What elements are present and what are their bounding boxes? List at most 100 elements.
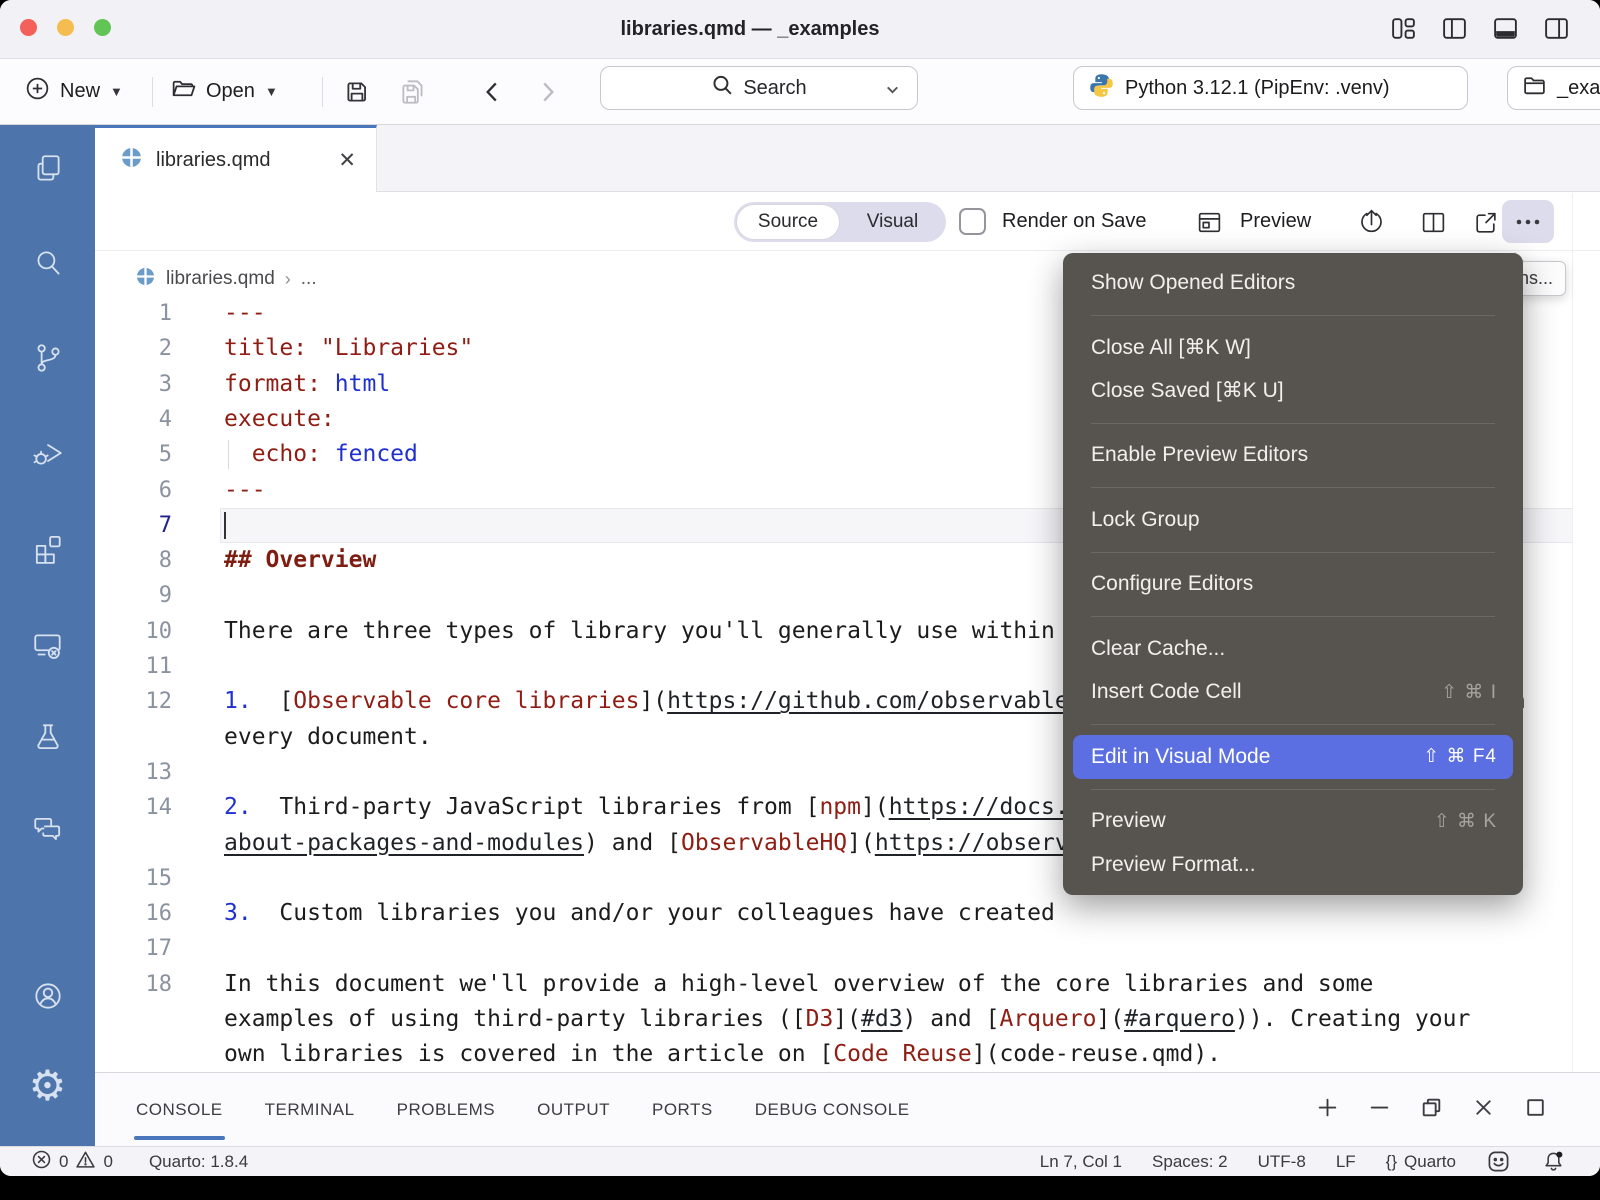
notifications-bell-icon[interactable] (1541, 1149, 1566, 1174)
panel-tabs: CONSOLE TERMINAL PROBLEMS OUTPUT PORTS DEBUG … (136, 1073, 910, 1146)
search-input[interactable]: Search (600, 66, 918, 110)
menu-separator (1091, 423, 1495, 424)
save-all-button[interactable] (398, 77, 428, 107)
mode-toggle: Source Visual (734, 202, 946, 242)
close-tab-icon[interactable]: ✕ (338, 148, 356, 173)
menu-separator (1091, 789, 1495, 790)
account-icon[interactable] (30, 978, 66, 1014)
cursor-position-status[interactable]: Ln 7, Col 1 (1040, 1152, 1122, 1172)
status-bar: 0 0 Quarto: 1.8.4 Ln 7, Col 1 Spaces: 2 … (0, 1146, 1600, 1176)
minimize-panel-icon[interactable] (1367, 1095, 1392, 1125)
settings-gear-icon[interactable]: ⚙ (30, 1068, 66, 1104)
code-line-wrap[interactable]: own libraries is covered in the article … (95, 1037, 1600, 1072)
remote-explorer-icon[interactable] (30, 628, 66, 664)
breadcrumb-file[interactable]: libraries.qmd (166, 268, 275, 290)
interpreter-selector[interactable]: Python 3.12.1 (PipEnv: .venv) (1073, 66, 1468, 110)
menu-item-insert-code-cell[interactable]: Insert Code Cell⇧ ⌘ I (1063, 671, 1523, 715)
code-line-17[interactable]: 17 (95, 931, 1600, 966)
panel-tab-terminal[interactable]: TERMINAL (265, 1073, 355, 1146)
code-line-wrap[interactable]: examples of using third-party libraries … (95, 1002, 1600, 1037)
project-label: _examples (1557, 77, 1600, 100)
menu-item-edit-in-visual-mode[interactable]: Edit in Visual Mode⇧ ⌘ F4 (1073, 735, 1513, 779)
menu-item-preview[interactable]: Preview⇧ ⌘ K (1063, 800, 1523, 844)
error-icon (31, 1149, 52, 1175)
error-count: 0 (59, 1152, 68, 1172)
split-editor-icon[interactable] (1420, 209, 1447, 236)
preview-label[interactable]: Preview (1240, 193, 1311, 250)
breadcrumb-more[interactable]: ... (301, 268, 317, 290)
render-on-save-checkbox[interactable] (959, 208, 986, 235)
language-mode-status[interactable]: {} Quarto (1386, 1152, 1456, 1172)
tab-libraries-qmd[interactable]: libraries.qmd ✕ (95, 125, 377, 192)
run-and-debug-icon[interactable] (30, 435, 66, 471)
menu-item-preview-format[interactable]: Preview Format... (1063, 843, 1523, 887)
close-panel-icon[interactable] (1471, 1095, 1496, 1125)
chat-icon[interactable] (30, 811, 66, 847)
more-actions-button[interactable] (1502, 200, 1554, 243)
menu-item-enable-preview-editors[interactable]: Enable Preview Editors (1063, 434, 1523, 478)
folder-open-icon (170, 75, 197, 108)
open-button[interactable]: Open ▼ (170, 59, 278, 124)
eol-status[interactable]: LF (1336, 1152, 1356, 1172)
source-mode-button[interactable]: Source (737, 205, 839, 239)
python-logo-icon (1088, 72, 1115, 105)
open-label: Open (206, 80, 255, 103)
panel-tab-console[interactable]: CONSOLE (136, 1073, 223, 1146)
line-number: 10 (95, 614, 172, 649)
source-label: Source (758, 211, 818, 233)
restore-panel-icon[interactable] (1419, 1095, 1444, 1125)
folder-icon (1522, 73, 1547, 104)
zoom-window-button[interactable] (94, 19, 111, 36)
publish-icon[interactable] (1356, 206, 1387, 237)
search-sidebar-icon[interactable] (30, 245, 66, 281)
line-number: 16 (95, 896, 172, 931)
customize-layout-icon[interactable] (1390, 15, 1417, 47)
panel-tab-debug-console[interactable]: DEBUG CONSOLE (755, 1073, 910, 1146)
toggle-secondary-sidebar-icon[interactable] (1543, 15, 1570, 47)
open-external-icon[interactable] (1472, 209, 1499, 236)
code-text: There are three types of library you'll … (224, 614, 1055, 649)
menu-item-clear-cache[interactable]: Clear Cache... (1063, 627, 1523, 671)
chevron-down-icon[interactable] (884, 81, 901, 104)
panel-tab-output[interactable]: OUTPUT (537, 1073, 610, 1146)
source-control-icon[interactable] (30, 340, 66, 376)
menu-item-show-opened-editors[interactable]: Show Opened Editors (1063, 261, 1523, 305)
visual-mode-button[interactable]: Visual (839, 202, 946, 242)
panel-tab-problems[interactable]: PROBLEMS (397, 1073, 495, 1146)
code-text: --- (224, 473, 266, 508)
menu-item-lock-group[interactable]: Lock Group (1063, 498, 1523, 542)
feedback-smiley-icon[interactable] (1486, 1149, 1511, 1174)
project-selector[interactable]: _examples (1507, 66, 1600, 110)
maximize-panel-icon[interactable] (1523, 1095, 1548, 1125)
extensions-icon[interactable] (30, 530, 66, 566)
forward-button[interactable] (536, 78, 560, 106)
add-icon[interactable] (1315, 1095, 1340, 1125)
testing-icon[interactable] (30, 720, 66, 756)
code-line-18[interactable]: 18In this document we'll provide a high-… (95, 967, 1600, 1002)
explorer-icon[interactable] (30, 151, 66, 187)
close-window-button[interactable] (20, 19, 37, 36)
menu-item-close-saved-k-u[interactable]: Close Saved [⌘K U] (1063, 369, 1523, 413)
encoding-status[interactable]: UTF-8 (1258, 1152, 1306, 1172)
toggle-panel-icon[interactable] (1492, 15, 1519, 47)
line-number: 3 (95, 367, 172, 402)
minimize-window-button[interactable] (57, 19, 74, 36)
toggle-primary-sidebar-icon[interactable] (1441, 15, 1468, 47)
search-icon (711, 74, 734, 103)
plus-circle-icon (24, 75, 51, 108)
code-line-16[interactable]: 163. Custom libraries you and/or your co… (95, 896, 1600, 931)
quarto-version-status[interactable]: Quarto: 1.8.4 (149, 1152, 248, 1172)
indentation-status[interactable]: Spaces: 2 (1152, 1152, 1228, 1172)
breadcrumb[interactable]: libraries.qmd › ... (135, 262, 317, 296)
back-button[interactable] (480, 78, 504, 106)
problems-status[interactable]: 0 0 (31, 1149, 113, 1175)
text-cursor (224, 512, 226, 539)
panel-tab-ports[interactable]: PORTS (652, 1073, 713, 1146)
new-button[interactable]: New ▼ (24, 59, 123, 124)
preview-layout-icon[interactable] (1196, 209, 1223, 236)
save-button[interactable] (343, 78, 371, 106)
line-number: 9 (95, 578, 172, 613)
menu-item-configure-editors[interactable]: Configure Editors (1063, 563, 1523, 607)
menu-item-close-all-k-w[interactable]: Close All [⌘K W] (1063, 326, 1523, 370)
code-text: In this document we'll provide a high-le… (224, 967, 1373, 1002)
